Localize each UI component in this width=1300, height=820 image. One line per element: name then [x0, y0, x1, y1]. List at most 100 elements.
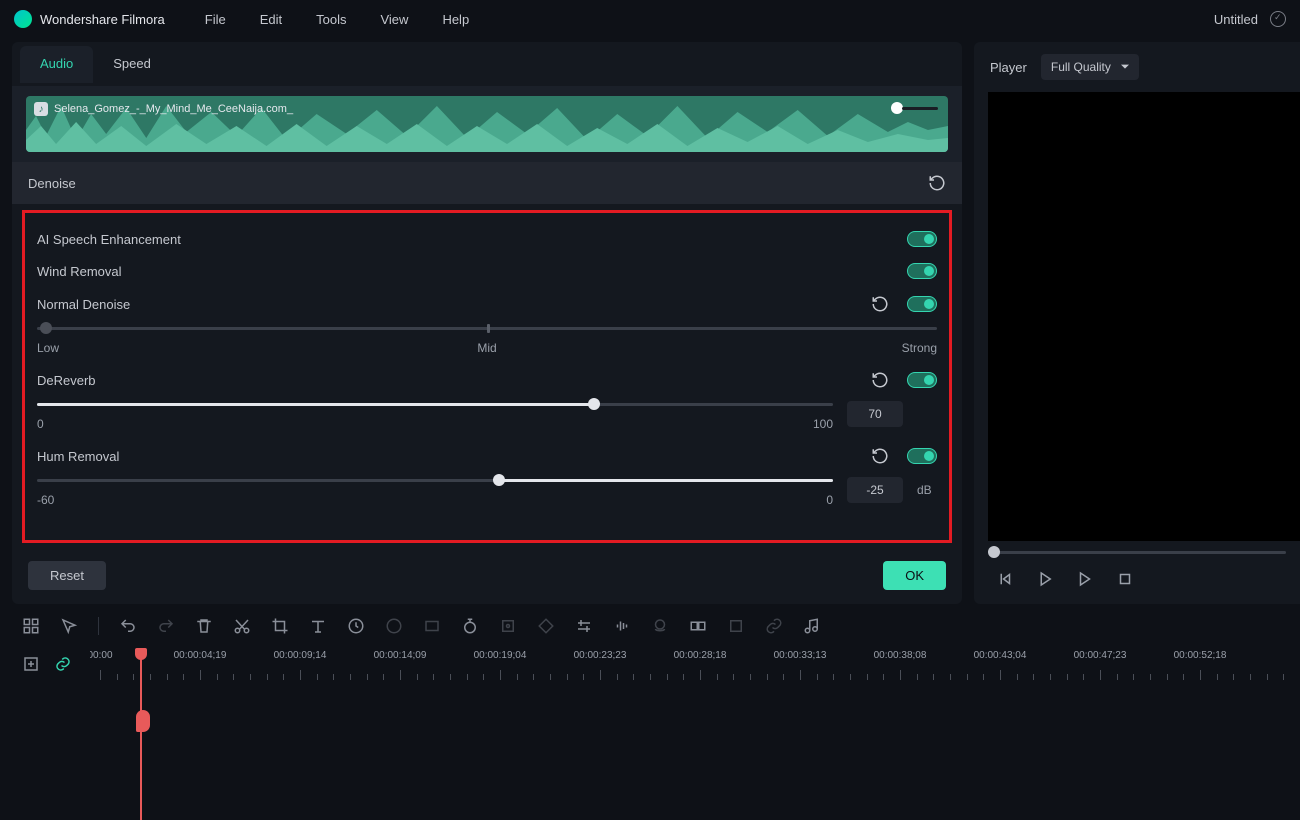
beat-icon[interactable]: [803, 617, 821, 635]
add-track-icon[interactable]: [22, 655, 40, 673]
next-frame-icon[interactable]: [1076, 570, 1094, 588]
hum-removal-toggle[interactable]: [907, 448, 937, 464]
dereverb-value[interactable]: 70: [847, 401, 903, 427]
dereverb-toggle[interactable]: [907, 372, 937, 388]
dereverb-min: 0: [37, 417, 44, 431]
ai-speech-toggle[interactable]: [907, 231, 937, 247]
tab-speed[interactable]: Speed: [93, 46, 171, 83]
timeline-marker[interactable]: [136, 710, 150, 732]
crop-icon[interactable]: [271, 617, 289, 635]
color-icon[interactable]: [385, 617, 403, 635]
ruler-label: 00:00:47;23: [1074, 650, 1127, 661]
dereverb-label: DeReverb: [37, 373, 96, 388]
menu-view[interactable]: View: [380, 12, 408, 27]
timeline: 00:00 00:00:04;19 00:00:09;14 00:00:14;09 00…: [0, 644, 1300, 780]
text-icon[interactable]: [309, 617, 327, 635]
ruler-label: 00:00:33;13: [774, 650, 827, 661]
reset-button[interactable]: Reset: [28, 561, 106, 590]
timeline-ruler[interactable]: 00:00 00:00:04;19 00:00:09;14 00:00:14;09 00…: [90, 648, 1300, 680]
menu-file[interactable]: File: [205, 12, 226, 27]
menu-edit[interactable]: Edit: [260, 12, 282, 27]
link-toggle-icon[interactable]: [54, 655, 72, 673]
group-icon[interactable]: [689, 617, 707, 635]
dereverb-reset-icon[interactable]: [871, 371, 889, 389]
player-label: Player: [990, 60, 1027, 75]
keyframe-icon[interactable]: [537, 617, 555, 635]
tab-audio[interactable]: Audio: [20, 46, 93, 83]
player-panel: Player Full Quality: [974, 42, 1300, 604]
quality-select[interactable]: Full Quality: [1041, 54, 1139, 80]
tracking-icon[interactable]: [499, 617, 517, 635]
slider-mid-label: Mid: [477, 341, 496, 355]
audio-adj-icon[interactable]: [613, 617, 631, 635]
ruler-label: 00:00:14;09: [374, 650, 427, 661]
redo-icon[interactable]: [157, 617, 175, 635]
timeline-toolbar: [0, 608, 1300, 644]
hum-removal-label: Hum Removal: [37, 449, 119, 464]
reset-section-icon[interactable]: [928, 174, 946, 192]
audio-editor-panel: Audio Speed ♪ Selena_Gomez_-_My_Mind_Me_…: [12, 42, 962, 604]
clip-filename: Selena_Gomez_-_My_Mind_Me_CeeNaija.com_: [54, 103, 293, 115]
ruler-label: 00:00:52;18: [1174, 650, 1227, 661]
play-pause-icon[interactable]: [1036, 570, 1054, 588]
denoise-controls-group: AI Speech Enhancement Wind Removal Norma…: [22, 210, 952, 543]
hum-unit: dB: [917, 483, 937, 497]
delete-icon[interactable]: [195, 617, 213, 635]
app-name: Wondershare Filmora: [40, 12, 165, 27]
undo-icon[interactable]: [119, 617, 137, 635]
mask-icon[interactable]: [651, 617, 669, 635]
normal-denoise-label: Normal Denoise: [37, 297, 130, 312]
ai-speech-label: AI Speech Enhancement: [37, 232, 181, 247]
menu-help[interactable]: Help: [442, 12, 469, 27]
normal-denoise-toggle[interactable]: [907, 296, 937, 312]
separator: [98, 617, 99, 635]
menu-tools[interactable]: Tools: [316, 12, 346, 27]
prev-frame-icon[interactable]: [996, 570, 1014, 588]
section-title: Denoise: [28, 176, 76, 191]
ruler-label: 00:00:19;04: [474, 650, 527, 661]
stop-icon[interactable]: [1116, 570, 1134, 588]
hum-max: 0: [826, 493, 833, 507]
music-note-icon: ♪: [34, 102, 48, 116]
adjust-icon[interactable]: [575, 617, 593, 635]
hum-value[interactable]: -25: [847, 477, 903, 503]
timeline-tracks[interactable]: [0, 680, 1300, 780]
sync-status-icon[interactable]: [1270, 11, 1286, 27]
panel-tabs: Audio Speed: [12, 42, 962, 86]
ruler-label: 00:00:04;19: [174, 650, 227, 661]
dereverb-slider[interactable]: [37, 397, 833, 411]
document-title: Untitled: [1214, 12, 1258, 27]
dereverb-max: 100: [813, 417, 833, 431]
clip-fade-line: [902, 107, 938, 110]
hum-removal-slider[interactable]: [37, 473, 833, 487]
cut-icon[interactable]: [233, 617, 251, 635]
wind-removal-label: Wind Removal: [37, 264, 122, 279]
ruler-label: 00:00:38;08: [874, 650, 927, 661]
normal-denoise-reset-icon[interactable]: [871, 295, 889, 313]
grid-icon[interactable]: [22, 617, 40, 635]
effects-icon[interactable]: [423, 617, 441, 635]
cursor-icon[interactable]: [60, 617, 78, 635]
link-icon[interactable]: [765, 617, 783, 635]
playhead[interactable]: [140, 648, 142, 820]
ruler-label: 00:00:28;18: [674, 650, 727, 661]
slider-low-label: Low: [37, 341, 59, 355]
timer-icon[interactable]: [461, 617, 479, 635]
menubar: Wondershare Filmora File Edit Tools View…: [0, 0, 1300, 38]
ruler-label: 00:00:23;23: [574, 650, 627, 661]
ruler-label: 00:00: [90, 650, 113, 661]
player-viewport[interactable]: [988, 92, 1300, 541]
player-scrubber[interactable]: [988, 551, 1286, 554]
ok-button[interactable]: OK: [883, 561, 946, 590]
render-icon[interactable]: [727, 617, 745, 635]
app-logo-icon: [14, 10, 32, 28]
normal-denoise-slider[interactable]: [37, 321, 937, 335]
wind-removal-toggle[interactable]: [907, 263, 937, 279]
hum-reset-icon[interactable]: [871, 447, 889, 465]
audio-clip[interactable]: ♪ Selena_Gomez_-_My_Mind_Me_CeeNaija.com…: [26, 96, 948, 152]
ruler-label: 00:00:09;14: [274, 650, 327, 661]
speed-icon[interactable]: [347, 617, 365, 635]
hum-min: -60: [37, 493, 54, 507]
slider-strong-label: Strong: [902, 341, 937, 355]
ruler-label: 00:00:43;04: [974, 650, 1027, 661]
